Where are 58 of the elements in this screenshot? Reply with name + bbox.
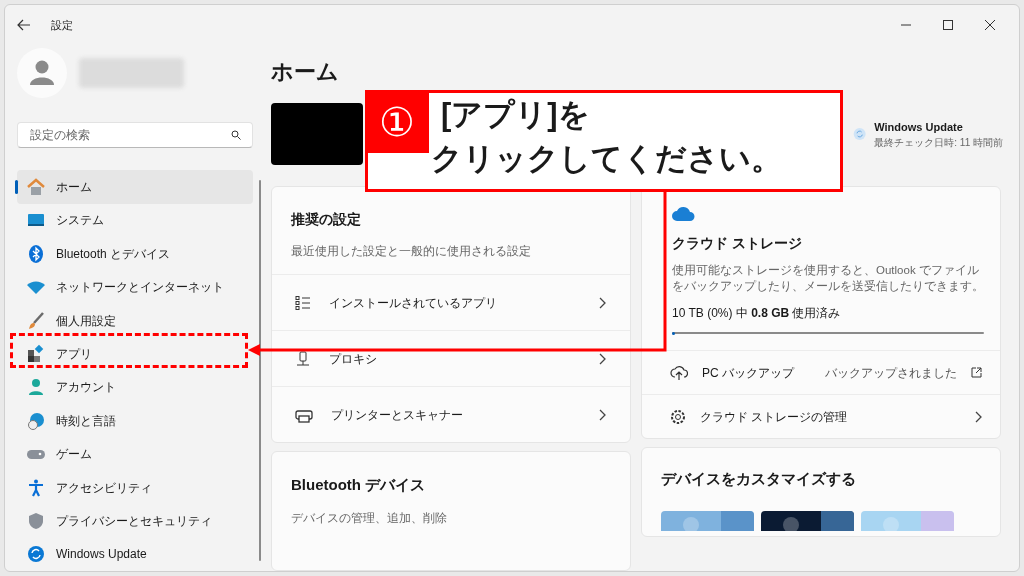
brush-icon xyxy=(26,310,46,331)
sidebar-item[interactable]: ネットワークとインターネット xyxy=(17,270,253,304)
window-title: 設定 xyxy=(51,17,73,33)
sidebar-item[interactable]: 時刻と言語 xyxy=(17,404,253,438)
backup-status: バックアップされました xyxy=(825,364,957,382)
sidebar-item[interactable]: アクセシビリティ xyxy=(17,470,253,505)
settings-row[interactable]: プロキシ xyxy=(272,330,630,386)
sidebar-item[interactable]: 個人用設定 xyxy=(17,303,253,338)
callout-text: クリックしてください。 xyxy=(431,140,782,178)
card-title: デバイスをカスタマイズする xyxy=(661,469,857,489)
cloud-icon xyxy=(672,207,696,221)
card-title: Bluetooth デバイス xyxy=(291,475,427,495)
settings-row[interactable]: プリンターとスキャナー xyxy=(272,386,630,442)
card-subtitle: デバイスの管理、追加、削除 xyxy=(291,509,448,527)
update-title: Windows Update xyxy=(874,119,964,135)
apps-icon xyxy=(26,343,46,364)
sidebar-item[interactable]: システム xyxy=(17,203,253,238)
page-title: ホーム xyxy=(271,58,340,86)
shield-icon xyxy=(26,510,46,531)
settings-row[interactable]: クラウド ストレージの管理 xyxy=(642,394,1000,438)
network-icon xyxy=(295,350,311,367)
person-icon xyxy=(26,377,46,398)
external-link-icon xyxy=(971,367,982,378)
chevron-right-icon xyxy=(598,296,606,309)
back-icon[interactable] xyxy=(17,19,31,31)
avatar xyxy=(17,47,67,98)
gear-icon xyxy=(670,408,686,425)
cloud-upload-icon xyxy=(670,364,688,381)
sidebar-item[interactable]: Windows Update xyxy=(17,537,253,571)
search-field[interactable]: 設定の検索 xyxy=(17,122,253,149)
close-icon[interactable] xyxy=(985,20,995,30)
settings-row[interactable]: PC バックアップ バックアップされました xyxy=(642,350,1000,394)
chevron-right-icon xyxy=(974,410,982,423)
chevron-right-icon xyxy=(598,408,606,421)
storage-usage: 10 TB (0%) 中 0.8 GB 使用済み xyxy=(672,305,842,322)
globe-clock-icon xyxy=(26,410,46,431)
sidebar-item[interactable]: ホーム xyxy=(17,170,253,204)
chevron-right-icon xyxy=(598,352,606,365)
step-number: ① xyxy=(365,90,429,153)
sidebar-item[interactable]: ゲーム xyxy=(17,437,253,471)
bluetooth-icon xyxy=(26,243,46,264)
sidebar-item[interactable]: アプリ xyxy=(17,337,253,371)
home-icon xyxy=(26,177,46,197)
sidebar-item[interactable]: プライバシーとセキュリティ xyxy=(17,504,253,538)
callout-text: [アプリ]を xyxy=(441,96,591,134)
sidebar-item[interactable]: アカウント xyxy=(17,370,253,405)
maximize-icon[interactable] xyxy=(943,20,953,30)
card-subtitle: 最近使用した設定と一般的に使用される設定 xyxy=(291,243,532,260)
sidebar-item[interactable]: Bluetooth とデバイス xyxy=(17,237,253,271)
list-icon xyxy=(295,294,311,311)
card-description: 使用可能なストレージを使用すると、Outlook でファイルをバックアップしたり、メールを送受信したりできます。 xyxy=(672,263,984,294)
accessibility-icon xyxy=(26,477,46,498)
settings-row[interactable]: インストールされているアプリ xyxy=(272,274,630,330)
card-title: クラウド ストレージ xyxy=(672,234,803,253)
search-icon xyxy=(231,130,241,141)
update-subtitle: 最終チェック日時: 11 時間前 xyxy=(874,136,1003,151)
card-title: 推奨の設定 xyxy=(291,210,362,229)
sync-icon xyxy=(26,544,46,565)
